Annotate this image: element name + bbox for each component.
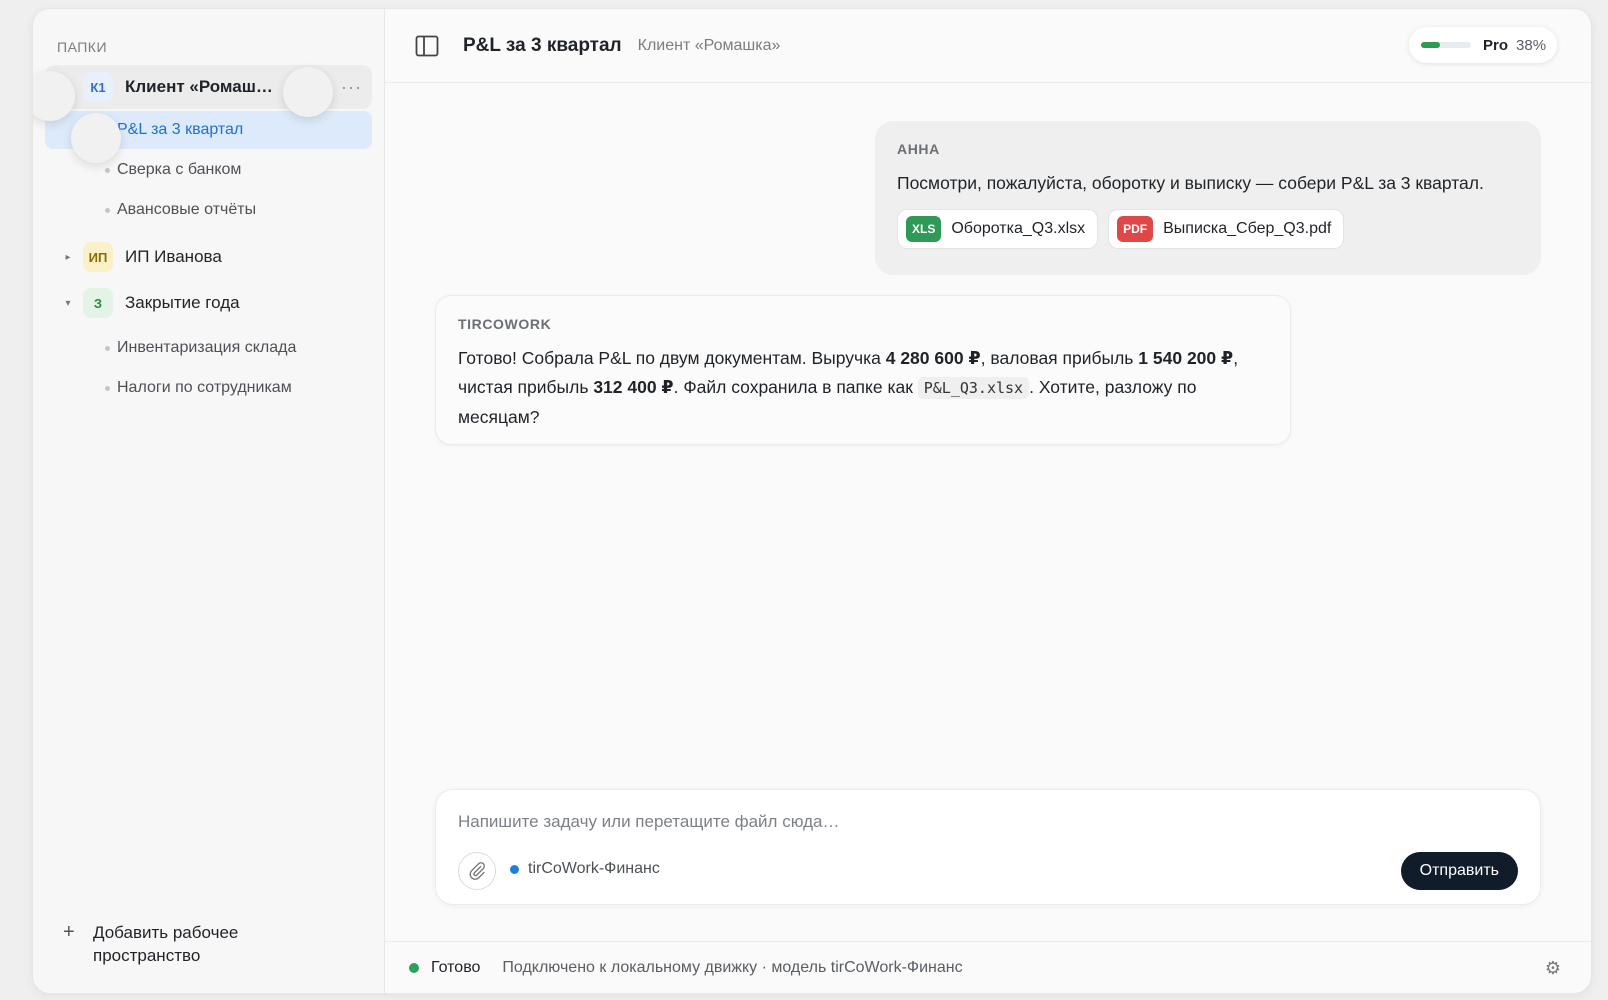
- bullet-icon: [105, 345, 110, 351]
- net-profit-value: 312 400 ₽: [593, 377, 674, 397]
- page-subtitle: Клиент «Ромашка»: [637, 36, 781, 54]
- task-input[interactable]: [458, 808, 1318, 836]
- plan-label: Pro: [1483, 36, 1509, 54]
- usage-value: 38%: [1516, 36, 1547, 54]
- item-label: Налоги по сотрудникам: [117, 379, 292, 396]
- pdf-file-icon: PDF: [1117, 216, 1154, 242]
- usage-bar-fill: [1421, 42, 1440, 48]
- status-dot-icon: [409, 962, 419, 973]
- paperclip-icon: [469, 862, 485, 880]
- app-window: ПАПКИ К1 Клиент «Ромаш… ··· P&L за 3 ква…: [32, 8, 1592, 994]
- header: P&L за 3 квартал Клиент «Ромашка» Pro 38…: [385, 9, 1591, 83]
- sidebar-item-inventory[interactable]: Инвентаризация склада: [45, 329, 372, 367]
- gross-profit-value: 1 540 200 ₽: [1138, 348, 1234, 368]
- folder-badge: ИП: [83, 242, 113, 272]
- text-part: Готово! Собрала P&L по двум документам. …: [458, 348, 886, 368]
- message-text: Посмотри, пожалуйста, оборотку и выписку…: [897, 173, 1484, 193]
- message-author: TIRCOWORK: [458, 316, 552, 332]
- text-part: . Файл сохранила в папке как: [673, 377, 918, 397]
- touch-indicator: [283, 67, 333, 117]
- attachment-name: Оборотка_Q3.xlsx: [951, 220, 1086, 237]
- usage-indicator[interactable]: Pro 38%: [1409, 27, 1557, 63]
- model-label: tirCoWork-Финанс: [528, 860, 660, 877]
- page-title: P&L за 3 квартал: [463, 34, 622, 56]
- attach-button[interactable]: [458, 852, 496, 890]
- sidebar-item-employee-taxes[interactable]: Налоги по сотрудникам: [45, 369, 372, 407]
- model-selector[interactable]: tirCoWork-Финанс: [510, 860, 660, 878]
- status-info: Подключено к локальному движку · модель …: [502, 958, 963, 976]
- revenue-value: 4 280 600 ₽: [885, 348, 981, 368]
- model-dot-icon: [510, 864, 519, 874]
- assistant-message: TIRCOWORK Готово! Собрала P&L по двум до…: [435, 295, 1291, 445]
- folder-badge: К1: [83, 72, 113, 102]
- folder-ip-ivanova[interactable]: ▸ ИП ИП Иванова: [45, 235, 372, 279]
- status-state: Готово: [431, 958, 481, 976]
- more-icon[interactable]: ···: [341, 77, 362, 98]
- item-label: P&L за 3 квартал: [117, 121, 244, 138]
- bullet-icon: [105, 385, 110, 391]
- folder-badge: З: [83, 288, 113, 318]
- send-button[interactable]: Отправить: [1400, 852, 1518, 890]
- attachment-pdf[interactable]: PDF Выписка_Сбер_Q3.pdf: [1108, 209, 1345, 249]
- usage-bar: [1421, 42, 1471, 48]
- item-label: Инвентаризация склада: [117, 339, 297, 356]
- folder-year-closing[interactable]: ▾ З Закрытие года: [45, 281, 372, 325]
- sidebar: ПАПКИ К1 Клиент «Ромаш… ··· P&L за 3 ква…: [33, 9, 385, 993]
- message-text: Готово! Собрала P&L по двум документам. …: [458, 344, 1268, 432]
- add-workspace-button[interactable]: + Добавить рабочее пространство: [63, 921, 283, 967]
- plus-icon: +: [63, 921, 75, 943]
- sidebar-title: ПАПКИ: [57, 39, 108, 55]
- attachment-xlsx[interactable]: XLS Оборотка_Q3.xlsx: [897, 209, 1099, 249]
- item-label: Сверка с банком: [117, 161, 242, 178]
- folder-label: Закрытие года: [125, 293, 240, 312]
- text-part: , валовая прибыль: [980, 348, 1139, 368]
- bullet-icon: [105, 167, 110, 173]
- gear-icon[interactable]: ⚙: [1545, 958, 1561, 979]
- user-message: АННА Посмотри, пожалуйста, оборотку и вы…: [875, 121, 1541, 275]
- caret-right-icon[interactable]: ▸: [59, 252, 77, 263]
- file-name-code: P&L_Q3.xlsx: [917, 377, 1030, 399]
- message-author: АННА: [897, 141, 940, 157]
- composer: tirCoWork-Финанс Отправить: [435, 789, 1541, 905]
- sidebar-item-advance-reports[interactable]: Авансовые отчёты: [45, 191, 372, 229]
- attachment-name: Выписка_Сбер_Q3.pdf: [1163, 220, 1332, 237]
- xls-file-icon: XLS: [906, 216, 942, 242]
- caret-down-icon[interactable]: ▾: [59, 298, 77, 309]
- add-workspace-label: Добавить рабочее пространство: [93, 923, 239, 965]
- sidebar-toggle-icon[interactable]: [415, 35, 439, 57]
- item-label: Авансовые отчёты: [117, 201, 257, 218]
- touch-indicator: [71, 113, 121, 163]
- folder-label: ИП Иванова: [125, 247, 222, 266]
- bullet-icon: [105, 207, 110, 213]
- attachments: XLS Оборотка_Q3.xlsx PDF Выписка_Сбер_Q3…: [897, 209, 1519, 249]
- status-bar: Готово Подключено к локальному движку · …: [385, 941, 1591, 993]
- main-panel: P&L за 3 квартал Клиент «Ромашка» Pro 38…: [385, 9, 1591, 993]
